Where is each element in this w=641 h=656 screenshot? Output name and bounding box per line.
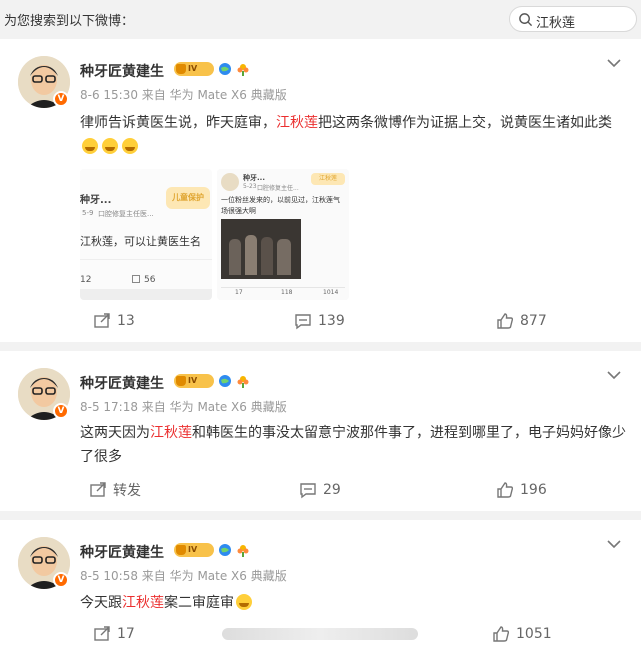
chevron-down-icon[interactable] [607,370,621,380]
repost-count: 13 [117,313,135,329]
image-stamp: 江秋莲 [311,173,345,185]
search-input[interactable]: 江秋莲 [536,12,575,31]
post-image[interactable]: 种牙... 5-9 口腔修复主任医... 儿童保护 江秋莲，可以让黄医生名 12… [80,169,212,300]
post-image[interactable]: 种牙... 5-23 口腔修复主任... 江秋莲 一位粉丝发来的，以前见过，江秋… [217,169,349,300]
results-header: 为您搜索到以下微博： 江秋莲 [0,0,641,38]
flower-badge-icon[interactable] [236,374,250,388]
keyword-highlight[interactable]: 江秋莲 [150,425,192,441]
post-meta: 8-5 17:18 来自 华为 Mate X6 典藏版 [80,400,287,414]
image-body-text: 一位粉丝发来的，以前见过，江秋莲气场很强大啊 [221,196,340,215]
like-count: 877 [520,313,547,329]
search-box[interactable]: 江秋莲 [509,6,637,32]
keyword-highlight[interactable]: 江秋莲 [276,115,318,131]
like-button[interactable]: 196 [496,478,547,502]
thumbs-up-icon [497,482,514,498]
image-subtitle: 口腔修复主任... [257,185,299,192]
comment-button[interactable]: 29 [299,478,341,502]
post-text: 这两天因为江秋莲和韩医生的事没太留意宁波那件事了，进程到哪里了，电子妈妈好像少了… [80,421,628,469]
verified-badge: V [53,403,69,419]
user-badges: IV [174,373,250,389]
results-label: 为您搜索到以下微博： [4,14,135,29]
comment-icon [295,314,311,330]
user-badges: IV [174,542,250,558]
chevron-down-icon[interactable] [607,58,621,68]
thumbs-up-icon [493,626,510,642]
post-text-part: 今天跟 [80,595,122,611]
post-text-part: 把这两条微博作为证据上交，说黄医生诸如此类 [318,115,612,131]
flower-badge-icon[interactable] [236,543,250,557]
post-text-part: 律师告诉黄医生说，昨天庭审， [80,115,276,131]
chevron-down-icon[interactable] [607,539,621,549]
globe-badge-icon[interactable] [218,62,232,76]
repost-count: 17 [117,626,135,642]
repost-label: 转发 [113,483,141,499]
image-body-text: 江秋莲，可以让黄医生名 [80,235,201,248]
image-author: 种牙... [80,195,112,206]
post-text-part: 这两天因为 [80,425,150,441]
laugh-cry-emoji-icon [122,138,138,154]
post-text-part: 案二审庭审 [164,595,234,611]
post-meta: 8-6 15:30 来自 华为 Mate X6 典藏版 [80,88,287,102]
laugh-cry-emoji-icon [102,138,118,154]
repost-button[interactable]: 17 [93,622,135,646]
repost-icon [94,313,110,328]
image-date: 5-9 [82,209,94,217]
weibo-post: V 种牙匠黄建生 IV 8-5 10:58 来自 华为 Mate X6 典藏版 … [0,520,641,656]
comment-icon [300,483,316,499]
image-author: 种牙... [243,174,265,182]
vip-crown-icon[interactable]: IV [174,374,214,388]
post-meta: 8-5 10:58 来自 华为 Mate X6 典藏版 [80,569,287,583]
like-button[interactable]: 1051 [492,622,552,646]
globe-badge-icon[interactable] [218,543,232,557]
image-stamp: 儿童保护 [166,187,210,209]
like-button[interactable]: 877 [496,309,547,333]
image-count: 56 [144,275,156,285]
flower-badge-icon[interactable] [236,62,250,76]
post-text: 律师告诉黄医生说，昨天庭审，江秋莲把这两条微博作为证据上交，说黄医生诸如此类 [80,111,628,159]
repost-icon [90,482,106,497]
repost-icon [94,626,110,641]
author-name[interactable]: 种牙匠黄建生 [80,373,164,393]
vip-crown-icon[interactable]: IV [174,62,214,76]
search-icon [519,13,533,27]
thumbs-up-icon [497,313,514,329]
image-count: 17 [235,289,243,296]
comment-blurred-area [222,628,418,640]
image-subtitle: 口腔修复主任医... [98,210,154,218]
like-count: 1051 [516,626,552,642]
repost-button[interactable]: 13 [93,309,135,333]
image-count: 118 [281,289,293,296]
post-text: 今天跟江秋莲案二审庭审 [80,591,628,615]
verified-badge: V [53,91,69,107]
image-date: 5-23 [243,183,257,190]
author-name[interactable]: 种牙匠黄建生 [80,542,164,562]
post-actions: 17 1051 [0,622,641,646]
comment-count: 29 [323,482,341,498]
image-count: 12 [80,275,92,285]
laugh-cry-emoji-icon [82,138,98,154]
tongue-emoji-icon [236,594,252,610]
keyword-highlight[interactable]: 江秋莲 [122,595,164,611]
image-count: 1014 [323,289,339,296]
comment-button[interactable]: 139 [294,309,345,333]
weibo-post: V 种牙匠黄建生 IV 8-6 15:30 来自 华为 Mate X6 典藏版 … [0,39,641,342]
post-actions: 13 139 877 [0,309,641,333]
image-photo [221,219,301,279]
globe-badge-icon[interactable] [218,374,232,388]
post-actions: 转发 29 196 [0,478,641,502]
verified-badge: V [53,572,69,588]
repost-button[interactable]: 转发 [89,478,141,502]
user-badges: IV [174,61,250,77]
comment-count: 139 [318,313,345,329]
vip-crown-icon[interactable]: IV [174,543,214,557]
like-count: 196 [520,482,547,498]
author-name[interactable]: 种牙匠黄建生 [80,61,164,81]
weibo-post: V 种牙匠黄建生 IV 8-5 17:18 来自 华为 Mate X6 典藏版 … [0,351,641,511]
